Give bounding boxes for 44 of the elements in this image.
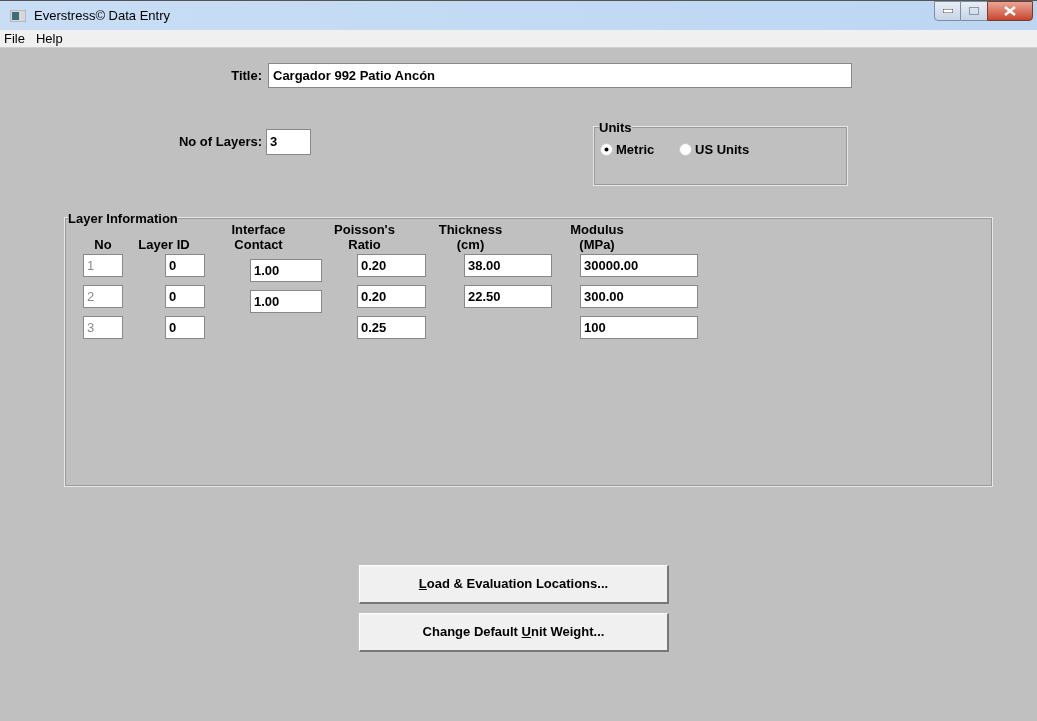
table-field[interactable]: 30000.00 xyxy=(580,254,698,277)
table-field[interactable]: 0 xyxy=(165,285,205,308)
column-header: Modulus (MPa) xyxy=(569,222,625,252)
column-header: Thickness (cm) xyxy=(437,222,504,252)
column-header: Layer ID xyxy=(137,237,191,252)
app-icon xyxy=(10,9,26,22)
radio-label[interactable]: US Units xyxy=(695,140,750,160)
table-field[interactable]: 0.20 xyxy=(357,254,426,277)
close-icon xyxy=(1004,6,1016,16)
table-field[interactable]: 38.00 xyxy=(464,254,552,277)
minimize-button[interactable] xyxy=(934,1,961,21)
layers-label: No of Layers: xyxy=(177,133,262,152)
table-field[interactable]: 0 xyxy=(165,316,205,339)
table-field[interactable]: 1.00 xyxy=(250,259,322,282)
column-header: Poisson's Ratio xyxy=(333,222,396,252)
column-header: Interface Contact xyxy=(230,222,287,252)
maximize-button[interactable] xyxy=(961,1,987,21)
radio-label[interactable]: Metric xyxy=(616,140,655,160)
table-field[interactable]: 0 xyxy=(165,254,205,277)
table-field[interactable]: 0.20 xyxy=(357,285,426,308)
dialog-button[interactable]: Change Default Unit Weight... xyxy=(359,613,669,652)
menu-item[interactable]: File xyxy=(4,28,25,49)
maximize-icon xyxy=(969,7,979,15)
column-header: No xyxy=(93,237,113,252)
title-field[interactable]: Cargador 992 Patio Ancón xyxy=(268,63,852,88)
dialog-button[interactable]: Load & Evaluation Locations... xyxy=(359,565,669,604)
units-legend: Units xyxy=(599,121,632,135)
table-field[interactable]: 100 xyxy=(580,316,698,339)
close-button[interactable] xyxy=(987,1,1033,21)
title-label: Title: xyxy=(230,66,262,85)
table-field[interactable]: 300.00 xyxy=(580,285,698,308)
window-title: Everstress© Data Entry xyxy=(34,6,170,25)
layer-number-field: 3 xyxy=(83,316,123,339)
radio-button[interactable] xyxy=(600,143,613,157)
layer-number-field: 2 xyxy=(83,285,123,308)
table-field[interactable]: 0.25 xyxy=(357,316,426,339)
table-field[interactable]: 1.00 xyxy=(250,290,322,313)
radio-button[interactable] xyxy=(679,143,692,157)
layers-count-field[interactable]: 3 xyxy=(266,129,311,155)
menu-item[interactable]: Help xyxy=(35,28,63,49)
layer-number-field: 1 xyxy=(83,254,123,277)
minimize-icon xyxy=(942,9,953,13)
table-field[interactable]: 22.50 xyxy=(464,285,552,308)
layer-information-legend: Layer Information xyxy=(68,212,178,226)
